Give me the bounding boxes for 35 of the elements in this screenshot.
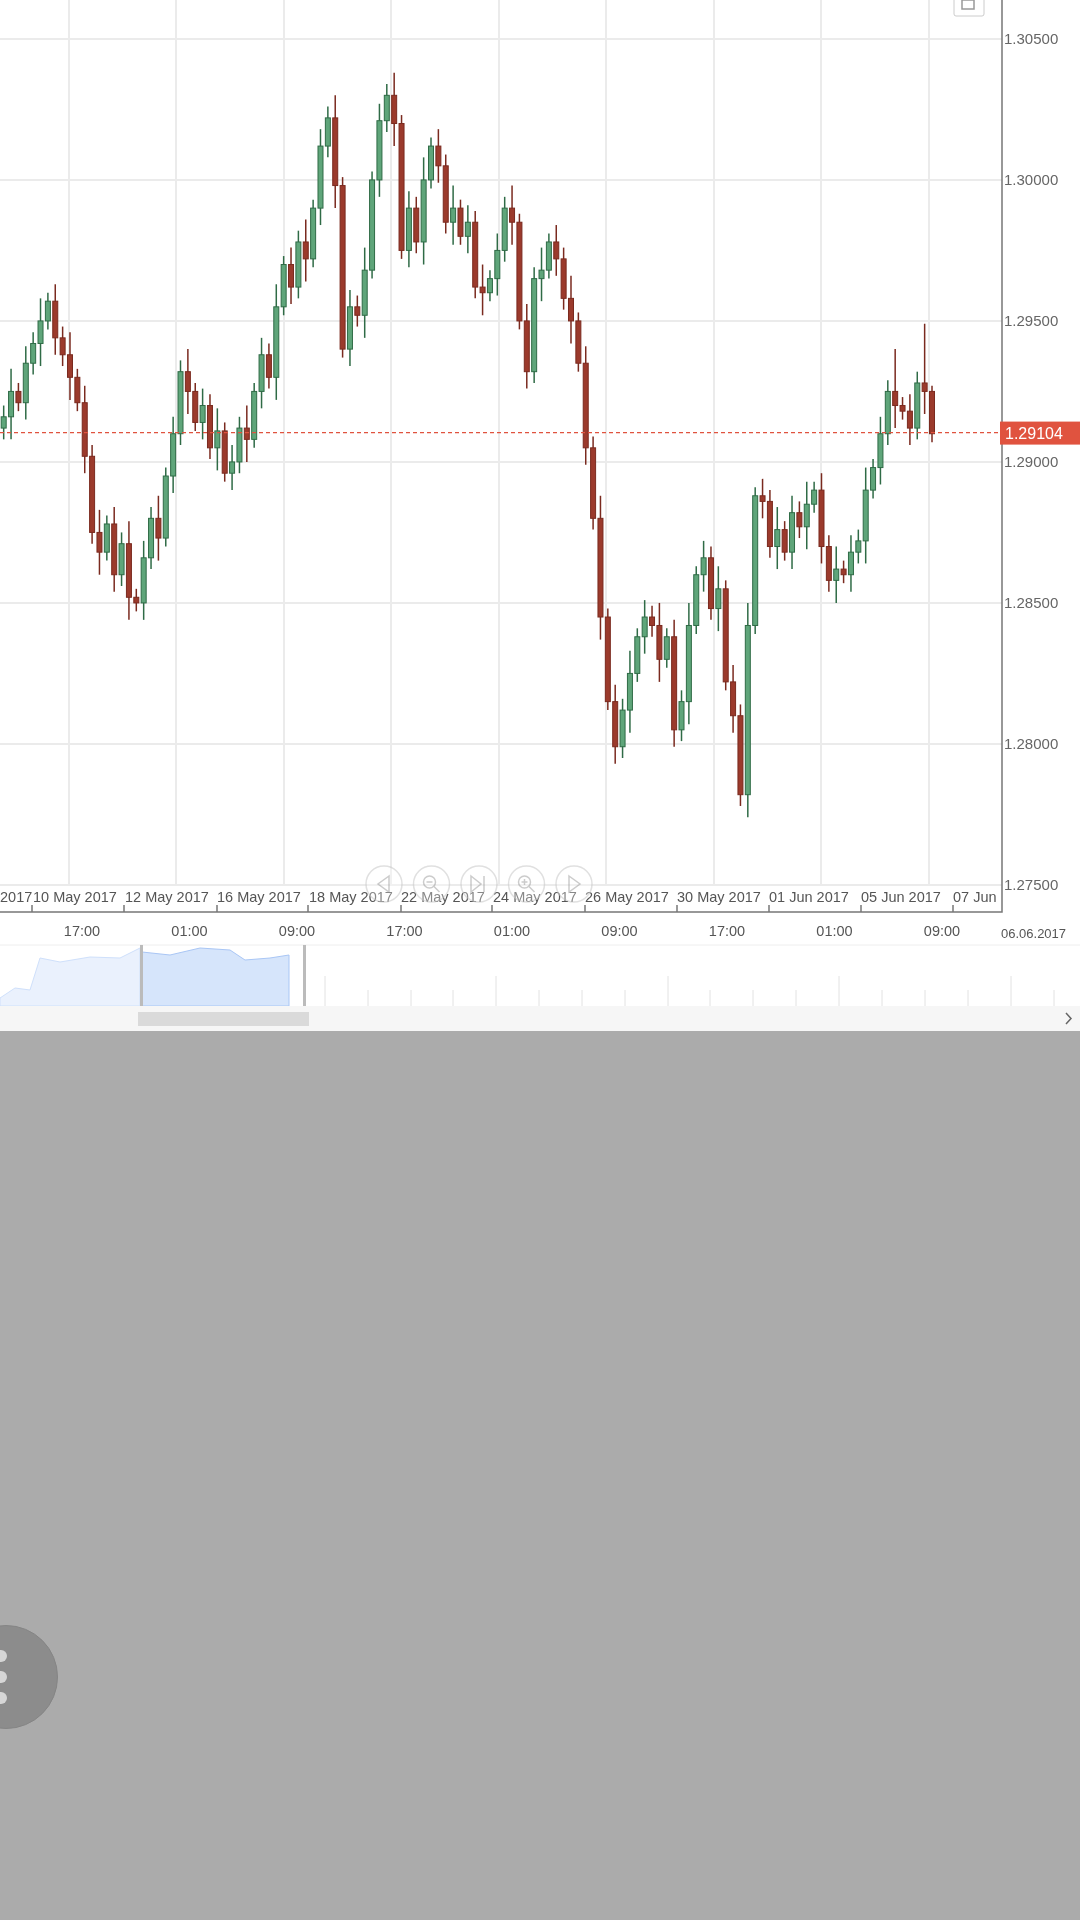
date-axis-label: 10 May 2017 xyxy=(33,889,117,905)
price-axis-label: 1.29000 xyxy=(1004,452,1059,470)
date-axis-label: 2017 xyxy=(0,889,33,905)
time-axis-label: 01:00 xyxy=(493,923,531,939)
date-axis-label: 12 May 2017 xyxy=(125,889,209,905)
date-axis-label: 18 May 2017 xyxy=(309,889,393,905)
price-axis-label: 1.27500 xyxy=(1004,875,1059,893)
date-axis-label: 24 May 2017 xyxy=(493,889,577,905)
zoom-in-icon[interactable] xyxy=(507,865,546,903)
time-axis-label: 09:00 xyxy=(278,923,316,939)
time-axis-label: 01:00 xyxy=(816,923,853,939)
date-axis-label: 30 May 2017 xyxy=(677,889,761,905)
date-axis-label: 16 May 2017 xyxy=(217,889,301,905)
ref-line-label: 1.29104 xyxy=(1005,424,1063,442)
current-price-tag: 1.29104 xyxy=(1000,421,1080,445)
date-axis-label: 07 Jun xyxy=(953,889,997,905)
date-axis-label: 26 May 2017 xyxy=(585,889,669,905)
time-axis-label: 09:00 xyxy=(601,923,638,939)
date-axis-label: 01 Jun 2017 xyxy=(769,889,849,905)
date-axis-label: 22 May 2017 xyxy=(401,889,485,905)
price-axis-label: 1.28000 xyxy=(1004,734,1059,752)
price-axis-label: 1.29500 xyxy=(1004,311,1059,329)
chevron-right-icon[interactable] xyxy=(1065,1012,1072,1025)
time-axis-label: 09:00 xyxy=(923,923,961,939)
date-axis-label: 05 Jun 2017 xyxy=(861,889,941,905)
time-axis-label: 17:00 xyxy=(386,923,423,939)
price-axis-label: 1.30000 xyxy=(1004,170,1059,188)
scrollbar-thumb[interactable] xyxy=(138,1012,309,1026)
price-axis-label: 1.30500 xyxy=(1004,29,1059,47)
popout-icon[interactable] xyxy=(953,0,985,17)
time-axis-label: 17:00 xyxy=(63,923,101,939)
time-axis-label: 01:00 xyxy=(171,923,208,939)
price-axis-label: 1.28500 xyxy=(1004,593,1059,611)
time-axis-label: 17:00 xyxy=(708,923,746,939)
navigator-date-label: 06.06.2017 xyxy=(1001,926,1067,941)
